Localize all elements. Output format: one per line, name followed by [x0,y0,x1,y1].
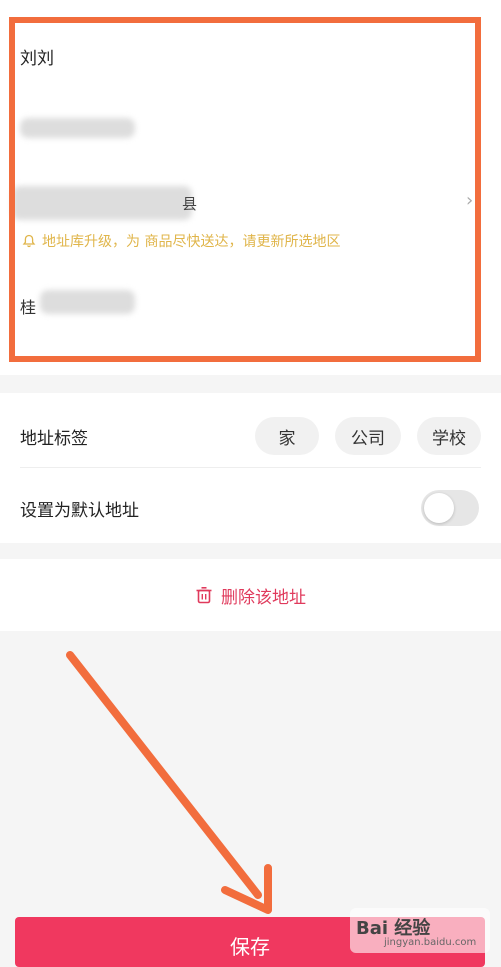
toggle-knob [424,493,454,523]
default-row: 设置为默认地址 [20,485,481,531]
trash-icon [196,586,212,604]
delete-address-button[interactable]: 删除该地址 [195,583,306,608]
tag-chip-company[interactable]: 公司 [335,417,401,455]
default-label: 设置为默认地址 [20,500,139,521]
tag-chips: 家 公司 学校 [255,417,481,455]
divider [20,467,481,468]
delete-card: 删除该地址 [0,559,501,631]
tag-row: 地址标签 家 公司 学校 [20,413,481,459]
tag-chip-school[interactable]: 学校 [417,417,481,455]
address-card: 刘刘 县 › 地址库升级，为 商品尽快送达，请更新所选地区 桂 [0,0,501,375]
tag-label: 地址标签 [20,428,88,449]
default-toggle[interactable] [421,490,479,526]
watermark-url: jingyan.baidu.com [384,937,477,948]
address-options: 地址标签 家 公司 学校 设置为默认地址 [0,393,501,543]
highlight-box [9,17,481,362]
tag-chip-home[interactable]: 家 [255,417,319,455]
delete-label: 删除该地址 [221,587,306,608]
